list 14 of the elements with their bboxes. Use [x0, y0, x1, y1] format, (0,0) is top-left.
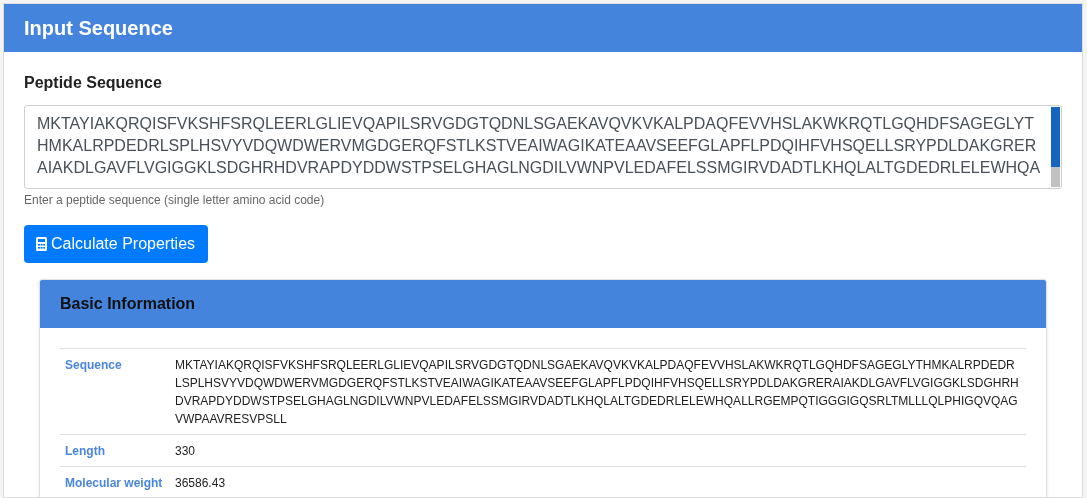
- field-label: Peptide Sequence: [24, 74, 163, 92]
- calculate-button[interactable]: Calculate Properties: [24, 225, 209, 263]
- property-label: Molecular weight: [65, 475, 164, 492]
- property-value: MKTAYIAKQRQISFVKSHFSRQLEERLGLIEVQAPILSRVGDGTQDNLSGAEKAVQVKVKALPDAQFEVVHSLAKWKRQTLGQHDFSAGEGLYTHMKALRPDEDRLSPLHSVYVDQWDWERVMGDGERQFSTLKSTVEAIWAGIKATEAAVSEEFGLAPFLPDQIHFVHSQELLSRYPDLDAKGRERAIAKDLGAVFLVGIGGKLSDGHRHDVRAPDYDDWSTPSELGHAGLNGDILVWNPVLEDAFELSSMGIRVDADTLKHQLALTGDEDRLELEWHQALLRGEMPQTIGGGIGQSRLTMLLLQLPHIGQVQAGVWPAAVRESVPSLL: [175, 357, 1020, 428]
- property-label: Length: [65, 443, 106, 460]
- help-text: Enter a peptide sequence (single letter amino acid code): [24, 193, 326, 207]
- card-title: Basic Information: [60, 295, 196, 313]
- sequence-input[interactable]: MKTAYIAKQRQISFVKSHFSRQLEERLGLIEVQAPILSRVGDGTQDNLSGAEKAVQVKVKALPDAQFEVVHSLAKWKRQTLGQHDFSAGEGLYT HMKALRPDEDRLSPLHSVYVDQWDWERVMGDGERQFSTLKSTVEAIWAGIKATEAAVSEEFGLAPFLPDQIHFVHSQELLSRYPDLDAKGRER AIAKDLGAVFLVGIGGKLSDGHRHDVRAPDYDDWSTPSELGHAGLNGDILVWNPVLEDAFELSSMGIRVDADTLKHQLALTGDEDRLELEWHQA: [24, 105, 1062, 189]
- panel-title: Input Sequence: [24, 16, 173, 40]
- property-value: 36586.43: [175, 475, 227, 492]
- calculator-icon: [36, 237, 47, 251]
- property-label: Sequence: [65, 357, 123, 374]
- property-value: 330: [175, 443, 197, 460]
- scrollbar[interactable]: [1051, 107, 1060, 187]
